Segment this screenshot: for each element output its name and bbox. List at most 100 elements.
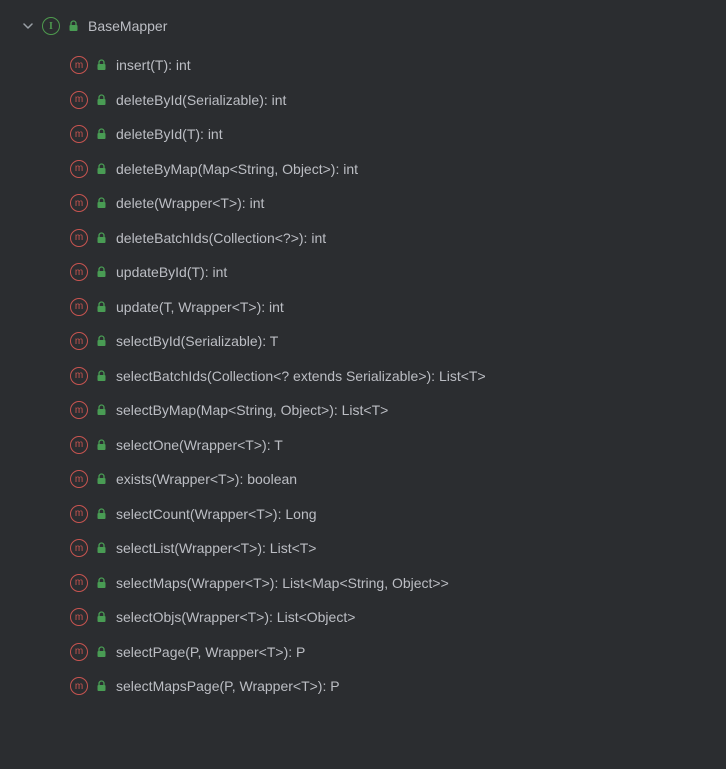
tree-method-row[interactable]: m deleteById(T): int — [70, 117, 726, 152]
method-icon: m — [70, 367, 88, 385]
lock-icon — [94, 438, 108, 452]
method-icon: m — [70, 677, 88, 695]
method-icon: m — [70, 505, 88, 523]
interface-icon-letter: I — [49, 21, 53, 32]
method-icon-letter: m — [75, 336, 83, 347]
method-signature: selectObjs(Wrapper<T>): List<Object> — [116, 609, 355, 625]
tree-method-row[interactable]: mdelete(Wrapper<T>): int — [70, 186, 726, 221]
method-icon-letter: m — [75, 508, 83, 519]
lock-icon — [94, 472, 108, 486]
lock-icon — [94, 265, 108, 279]
method-icon-letter: m — [75, 681, 83, 692]
method-icon-letter: m — [75, 439, 83, 450]
tree-method-row[interactable]: m exists(Wrapper<T>): boolean — [70, 462, 726, 497]
method-icon-letter: m — [75, 301, 83, 312]
lock-icon — [94, 127, 108, 141]
method-icon-letter: m — [75, 60, 83, 71]
lock-icon — [94, 507, 108, 521]
method-signature: selectById(Serializable): T — [116, 333, 278, 349]
lock-icon — [94, 576, 108, 590]
method-icon-letter: m — [75, 646, 83, 657]
method-signature: update(T, Wrapper<T>): int — [116, 299, 284, 315]
method-icon-letter: m — [75, 474, 83, 485]
method-icon: m — [70, 574, 88, 592]
method-icon-letter: m — [75, 163, 83, 174]
tree-method-row[interactable]: m deleteById(Serializable): int — [70, 83, 726, 118]
method-icon-letter: m — [75, 129, 83, 140]
method-signature: selectCount(Wrapper<T>): Long — [116, 506, 317, 522]
tree-children: m insert(T): int m deleteById(Serializable)… — [0, 48, 726, 704]
tree-method-row[interactable]: m selectList(Wrapper<T>): List<T> — [70, 531, 726, 566]
method-icon-letter: m — [75, 543, 83, 554]
method-icon-letter: m — [75, 267, 83, 278]
tree-method-row[interactable]: m selectCount(Wrapper<T>): Long — [70, 497, 726, 532]
method-icon: m — [70, 91, 88, 109]
method-signature: selectPage(P, Wrapper<T>): P — [116, 644, 305, 660]
lock-icon — [94, 300, 108, 314]
lock-icon — [94, 403, 108, 417]
lock-icon — [94, 541, 108, 555]
lock-icon — [94, 58, 108, 72]
method-icon: m — [70, 56, 88, 74]
method-icon: m — [70, 263, 88, 281]
method-icon: m — [70, 125, 88, 143]
lock-icon — [66, 19, 80, 33]
method-icon: m — [70, 160, 88, 178]
method-signature: exists(Wrapper<T>): boolean — [116, 471, 297, 487]
method-signature: updateById(T): int — [116, 264, 227, 280]
lock-icon — [94, 196, 108, 210]
tree-method-row[interactable]: m insert(T): int — [70, 48, 726, 83]
method-signature: selectBatchIds(Collection<? extends Seri… — [116, 368, 486, 384]
tree-method-row[interactable]: m selectOne(Wrapper<T>): T — [70, 428, 726, 463]
tree-method-row[interactable]: m selectObjs(Wrapper<T>): List<Object> — [70, 600, 726, 635]
method-signature: deleteByMap(Map<String, Object>): int — [116, 161, 358, 177]
method-icon-letter: m — [75, 94, 83, 105]
method-icon-letter: m — [75, 612, 83, 623]
method-icon-letter: m — [75, 577, 83, 588]
method-icon: m — [70, 470, 88, 488]
lock-icon — [94, 645, 108, 659]
method-icon-letter: m — [75, 198, 83, 209]
tree-method-row[interactable]: m updateById(T): int — [70, 255, 726, 290]
lock-icon — [94, 369, 108, 383]
tree-method-row[interactable]: m selectByMap(Map<String, Object>): List<… — [70, 393, 726, 428]
method-signature: selectOne(Wrapper<T>): T — [116, 437, 283, 453]
method-icon: m — [70, 298, 88, 316]
method-icon: m — [70, 539, 88, 557]
lock-icon — [94, 93, 108, 107]
method-signature: deleteById(T): int — [116, 126, 223, 142]
method-signature: deleteById(Serializable): int — [116, 92, 286, 108]
method-signature: deleteBatchIds(Collection<?>): int — [116, 230, 326, 246]
tree-method-row[interactable]: m selectById(Serializable): T — [70, 324, 726, 359]
method-signature: selectMaps(Wrapper<T>): List<Map<String,… — [116, 575, 449, 591]
tree-method-row[interactable]: m selectPage(P, Wrapper<T>): P — [70, 635, 726, 670]
method-signature: insert(T): int — [116, 57, 191, 73]
tree-method-row[interactable]: m deleteByMap(Map<String, Object>): int — [70, 152, 726, 187]
lock-icon — [94, 610, 108, 624]
method-icon: m — [70, 332, 88, 350]
method-signature: selectMapsPage(P, Wrapper<T>): P — [116, 678, 340, 694]
lock-icon — [94, 334, 108, 348]
interface-name: BaseMapper — [88, 18, 167, 34]
lock-icon — [94, 679, 108, 693]
tree-method-row[interactable]: m selectMapsPage(P, Wrapper<T>): P — [70, 669, 726, 704]
method-signature: selectList(Wrapper<T>): List<T> — [116, 540, 316, 556]
method-icon: m — [70, 436, 88, 454]
method-icon-letter: m — [75, 232, 83, 243]
method-icon: m — [70, 229, 88, 247]
tree-root-row[interactable]: I BaseMapper — [0, 14, 726, 38]
method-icon: m — [70, 401, 88, 419]
method-icon-letter: m — [75, 405, 83, 416]
lock-icon — [94, 162, 108, 176]
method-signature: selectByMap(Map<String, Object>): List<T… — [116, 402, 388, 418]
tree-method-row[interactable]: m selectBatchIds(Collection<? extends Ser… — [70, 359, 726, 394]
method-icon: m — [70, 643, 88, 661]
tree-method-row[interactable]: m deleteBatchIds(Collection<?>): int — [70, 221, 726, 256]
method-icon: m — [70, 608, 88, 626]
chevron-down-icon[interactable] — [20, 18, 36, 34]
interface-icon: I — [42, 17, 60, 35]
method-icon-letter: m — [75, 370, 83, 381]
method-icon: m — [70, 194, 88, 212]
tree-method-row[interactable]: m update(T, Wrapper<T>): int — [70, 290, 726, 325]
tree-method-row[interactable]: m selectMaps(Wrapper<T>): List<Map<String… — [70, 566, 726, 601]
